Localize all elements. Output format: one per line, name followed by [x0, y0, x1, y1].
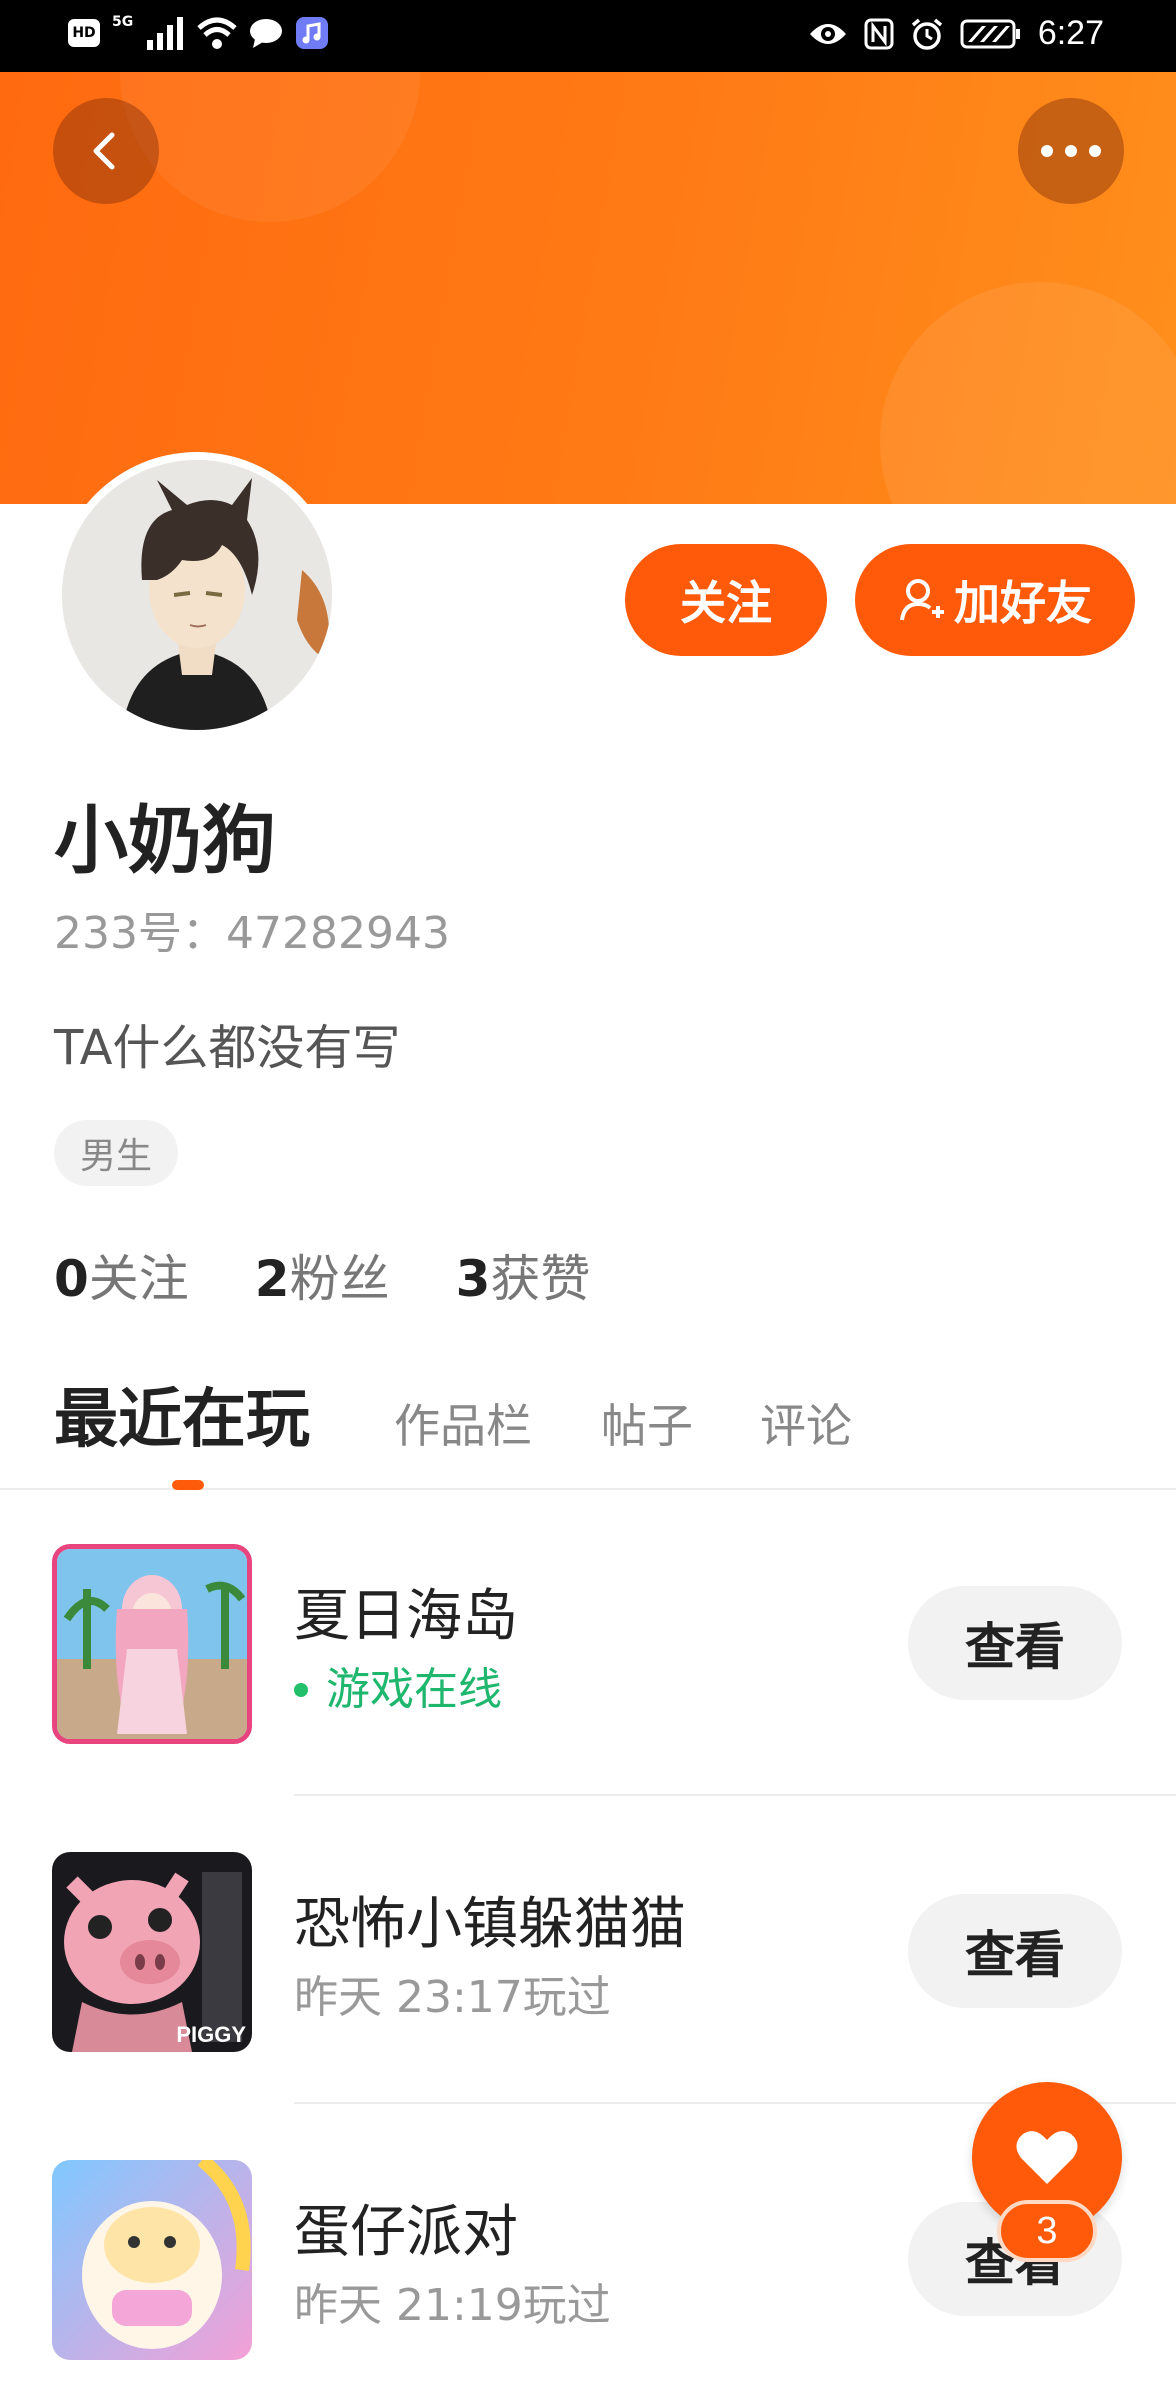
stat-number: 3 [455, 1250, 491, 1308]
list-item[interactable]: 夏日海岛 游戏在线 查看 [0, 1544, 1176, 1850]
bio-text: TA什么都没有写 [54, 1020, 401, 1076]
avatar-image [62, 460, 332, 730]
status-left: HD 5G [68, 14, 329, 50]
view-button[interactable]: 查看 [908, 1894, 1122, 2008]
back-button[interactable] [53, 98, 159, 204]
tab-works[interactable]: 作品栏 [394, 1376, 532, 1476]
nfc-icon [864, 18, 894, 50]
status-right: 6:27 [808, 14, 1104, 53]
heart-icon [1016, 2131, 1078, 2184]
add-user-icon [900, 579, 944, 621]
game-status: 昨天 21:19玩过 [294, 2280, 611, 2331]
follow-button-label: 关注 [680, 576, 772, 630]
add-friend-button[interactable]: 加好友 [855, 544, 1135, 656]
stat-following[interactable]: 0关注 [54, 1246, 189, 1312]
stat-label: 获赞 [490, 1250, 591, 1308]
tab-recent-games[interactable]: 最近在玩 [54, 1370, 310, 1470]
stat-label: 粉丝 [289, 1250, 390, 1308]
status-bar: HD 5G 6:27 [0, 0, 1176, 72]
thumbnail-caption: PIGGY [176, 2022, 246, 2047]
more-button[interactable] [1018, 98, 1124, 204]
alarm-icon [910, 17, 944, 51]
nickname: 小奶狗 [54, 798, 276, 884]
eye-icon [808, 20, 848, 48]
user-id: 233号：47282943 [54, 906, 450, 962]
user-id-value[interactable]: 47282943 [226, 908, 450, 959]
music-app-icon [295, 16, 329, 50]
follow-button[interactable]: 关注 [625, 544, 827, 656]
avatar[interactable] [54, 452, 340, 738]
banner-decoration [880, 282, 1176, 504]
game-status-text: 游戏在线 [326, 1664, 502, 1715]
stat-number: 2 [254, 1250, 290, 1308]
battery-icon [960, 18, 1022, 50]
game-thumbnail: PIGGY [52, 1852, 252, 2052]
tab-posts[interactable]: 帖子 [601, 1376, 693, 1476]
game-name: 夏日海岛 [294, 1584, 518, 1649]
game-name: 蛋仔派对 [294, 2200, 518, 2265]
network-type-label: 5G [112, 14, 134, 30]
user-id-label: 233号： [54, 908, 226, 959]
profile-banner [0, 72, 1176, 504]
online-dot-icon [294, 1683, 308, 1697]
like-count-badge: 3 [997, 2200, 1097, 2262]
signal-icon [145, 16, 185, 50]
add-friend-label: 加好友 [954, 576, 1092, 630]
hd-icon: HD [68, 19, 100, 47]
stat-label: 关注 [88, 1250, 189, 1308]
game-thumbnail [52, 1544, 252, 1744]
stat-followers[interactable]: 2粉丝 [255, 1246, 390, 1312]
stat-likes[interactable]: 3获赞 [456, 1246, 591, 1312]
profile-tabs: 最近在玩 作品栏 帖子 评论 [0, 1370, 1176, 1490]
message-icon [249, 17, 283, 49]
gender-tag: 男生 [54, 1120, 179, 1186]
stats-bar: 0关注 2粉丝 3获赞 [54, 1246, 590, 1312]
active-tab-indicator [172, 1480, 204, 1490]
game-thumbnail [52, 2160, 252, 2360]
game-status: 昨天 23:17玩过 [294, 1972, 611, 2023]
stat-number: 0 [54, 1250, 89, 1308]
game-name: 恐怖小镇躲猫猫 [294, 1892, 686, 1957]
banner-decoration [120, 72, 420, 222]
tab-comments[interactable]: 评论 [760, 1376, 852, 1476]
game-status: 游戏在线 [294, 1662, 502, 1718]
clock-time: 6:27 [1037, 14, 1104, 52]
ellipsis-icon [1041, 145, 1101, 157]
view-button[interactable]: 查看 [908, 1586, 1122, 1700]
chevron-left-icon [93, 132, 115, 170]
wifi-icon [197, 16, 237, 50]
divider [294, 1794, 1176, 1796]
